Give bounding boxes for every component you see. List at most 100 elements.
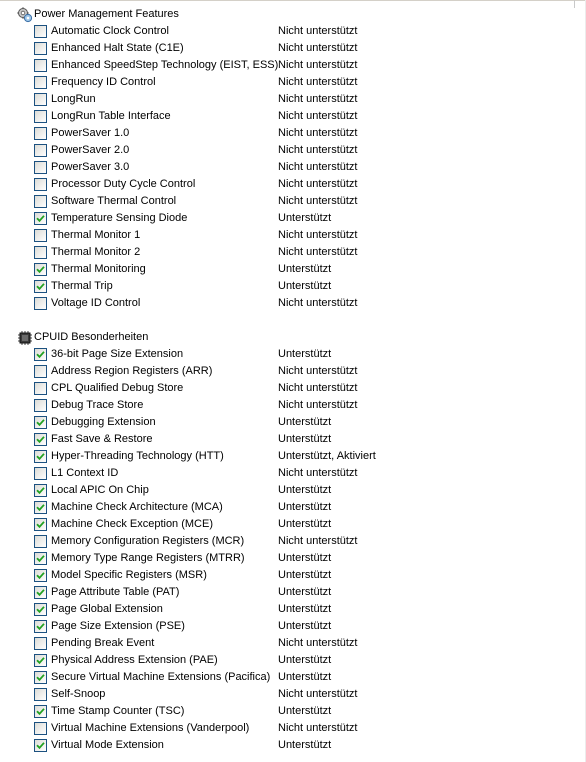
checkbox-unchecked[interactable] [34, 382, 47, 395]
checkbox-checked[interactable] [34, 263, 47, 276]
feature-list-power-management: Automatic Clock Control Nicht unterstützt… [0, 23, 586, 312]
checkbox-unchecked[interactable] [34, 467, 47, 480]
checkbox-unchecked[interactable] [34, 229, 47, 242]
checkbox-checked[interactable] [34, 484, 47, 497]
section-header-power-management: Power Management Features [0, 6, 586, 23]
feature-row[interactable]: Page Global Extension Unterstützt [0, 601, 586, 618]
checkbox-checked[interactable] [34, 739, 47, 752]
feature-row[interactable]: Voltage ID Control Nicht unterstützt [0, 295, 586, 312]
feature-status: Nicht unterstützt [278, 399, 358, 411]
checkbox-checked[interactable] [34, 552, 47, 565]
feature-status: Unterstützt [278, 620, 332, 632]
feature-row[interactable]: Temperature Sensing Diode Unterstützt [0, 210, 586, 227]
checkbox-unchecked[interactable] [34, 246, 47, 259]
feature-name: Virtual Machine Extensions (Vanderpool) [51, 722, 250, 734]
feature-row[interactable]: Thermal Monitor 2 Nicht unterstützt [0, 244, 586, 261]
feature-name: Machine Check Exception (MCE) [51, 518, 214, 530]
checkbox-unchecked[interactable] [34, 59, 47, 72]
feature-row[interactable]: Pending Break Event Nicht unterstützt [0, 635, 586, 652]
checkbox-checked[interactable] [34, 501, 47, 514]
feature-row[interactable]: Secure Virtual Machine Extensions (Pacif… [0, 669, 586, 686]
feature-name: Voltage ID Control [51, 297, 141, 309]
feature-row[interactable]: LongRun Nicht unterstützt [0, 91, 586, 108]
checkbox-checked[interactable] [34, 416, 47, 429]
feature-row[interactable]: Frequency ID Control Nicht unterstützt [0, 74, 586, 91]
checkbox-checked[interactable] [34, 518, 47, 531]
checkmark-icon [36, 606, 45, 614]
feature-row[interactable]: Local APIC On Chip Unterstützt [0, 482, 586, 499]
checkbox-unchecked[interactable] [34, 144, 47, 157]
feature-name: Address Region Registers (ARR) [51, 365, 213, 377]
section-title: Power Management Features [34, 8, 179, 20]
feature-row[interactable]: Page Size Extension (PSE) Unterstützt [0, 618, 586, 635]
checkbox-checked[interactable] [34, 212, 47, 225]
feature-row[interactable]: Debugging Extension Unterstützt [0, 414, 586, 431]
checkbox-unchecked[interactable] [34, 178, 47, 191]
feature-name: Software Thermal Control [51, 195, 177, 207]
checkbox-unchecked[interactable] [34, 365, 47, 378]
feature-name: Self-Snoop [51, 688, 106, 700]
feature-row[interactable]: Time Stamp Counter (TSC) Unterstützt [0, 703, 586, 720]
checkbox-unchecked[interactable] [34, 42, 47, 55]
checkbox-unchecked[interactable] [34, 93, 47, 106]
feature-name: Processor Duty Cycle Control [51, 178, 196, 190]
feature-row[interactable]: PowerSaver 3.0 Nicht unterstützt [0, 159, 586, 176]
checkbox-checked[interactable] [34, 586, 47, 599]
feature-row[interactable]: Model Specific Registers (MSR) Unterstütz… [0, 567, 586, 584]
checkbox-unchecked[interactable] [34, 297, 47, 310]
feature-row[interactable]: LongRun Table Interface Nicht unterstützt [0, 108, 586, 125]
checkbox-unchecked[interactable] [34, 195, 47, 208]
feature-row[interactable]: Thermal Monitoring Unterstützt [0, 261, 586, 278]
feature-row[interactable]: Automatic Clock Control Nicht unterstützt [0, 23, 586, 40]
feature-row[interactable]: Virtual Mode Extension Unterstützt [0, 737, 586, 754]
feature-row[interactable]: PowerSaver 1.0 Nicht unterstützt [0, 125, 586, 142]
feature-row[interactable]: Thermal Trip Unterstützt [0, 278, 586, 295]
feature-row[interactable]: Enhanced Halt State (C1E) Nicht unterstüt… [0, 40, 586, 57]
checkbox-unchecked[interactable] [34, 110, 47, 123]
checkmark-icon [36, 453, 45, 461]
checkbox-unchecked[interactable] [34, 399, 47, 412]
checkbox-checked[interactable] [34, 671, 47, 684]
feature-row[interactable]: CPL Qualified Debug Store Nicht unterstüt… [0, 380, 586, 397]
feature-row[interactable]: Address Region Registers (ARR) Nicht unte… [0, 363, 586, 380]
feature-row[interactable]: Processor Duty Cycle Control Nicht unters… [0, 176, 586, 193]
feature-row[interactable]: Page Attribute Table (PAT) Unterstützt [0, 584, 586, 601]
feature-row[interactable]: Memory Type Range Registers (MTRR) Unters… [0, 550, 586, 567]
feature-row[interactable]: Thermal Monitor 1 Nicht unterstützt [0, 227, 586, 244]
feature-row[interactable]: Machine Check Architecture (MCA) Unterstü… [0, 499, 586, 516]
feature-status: Nicht unterstützt [278, 76, 358, 88]
checkbox-checked[interactable] [34, 705, 47, 718]
feature-row[interactable]: Memory Configuration Registers (MCR) Nich… [0, 533, 586, 550]
feature-row[interactable]: L1 Context ID Nicht unterstützt [0, 465, 586, 482]
checkbox-checked[interactable] [34, 654, 47, 667]
feature-row[interactable]: PowerSaver 2.0 Nicht unterstützt [0, 142, 586, 159]
feature-name: Local APIC On Chip [51, 484, 149, 496]
feature-row[interactable]: Self-Snoop Nicht unterstützt [0, 686, 586, 703]
checkmark-icon [36, 487, 45, 495]
checkbox-unchecked[interactable] [34, 722, 47, 735]
checkbox-checked[interactable] [34, 620, 47, 633]
checkbox-checked[interactable] [34, 348, 47, 361]
feature-row[interactable]: Virtual Machine Extensions (Vanderpool) N… [0, 720, 586, 737]
checkbox-unchecked[interactable] [34, 161, 47, 174]
checkbox-checked[interactable] [34, 569, 47, 582]
checkbox-unchecked[interactable] [34, 127, 47, 140]
feature-name: Enhanced Halt State (C1E) [51, 42, 184, 54]
feature-row[interactable]: Fast Save & Restore Unterstützt [0, 431, 586, 448]
checkbox-checked[interactable] [34, 433, 47, 446]
checkbox-unchecked[interactable] [34, 25, 47, 38]
checkbox-checked[interactable] [34, 603, 47, 616]
checkbox-unchecked[interactable] [34, 688, 47, 701]
feature-row[interactable]: Enhanced SpeedStep Technology (EIST, ESS… [0, 57, 586, 74]
feature-row[interactable]: Physical Address Extension (PAE) Unterstü… [0, 652, 586, 669]
feature-row[interactable]: Software Thermal Control Nicht unterstütz… [0, 193, 586, 210]
checkbox-unchecked[interactable] [34, 76, 47, 89]
checkbox-unchecked[interactable] [34, 637, 47, 650]
feature-row[interactable]: 36-bit Page Size Extension Unterstützt [0, 346, 586, 363]
feature-row[interactable]: Debug Trace Store Nicht unterstützt [0, 397, 586, 414]
feature-row[interactable]: Hyper-Threading Technology (HTT) Unterstü… [0, 448, 586, 465]
checkbox-checked[interactable] [34, 280, 47, 293]
checkbox-checked[interactable] [34, 450, 47, 463]
feature-row[interactable]: Machine Check Exception (MCE) Unterstützt [0, 516, 586, 533]
checkbox-unchecked[interactable] [34, 535, 47, 548]
